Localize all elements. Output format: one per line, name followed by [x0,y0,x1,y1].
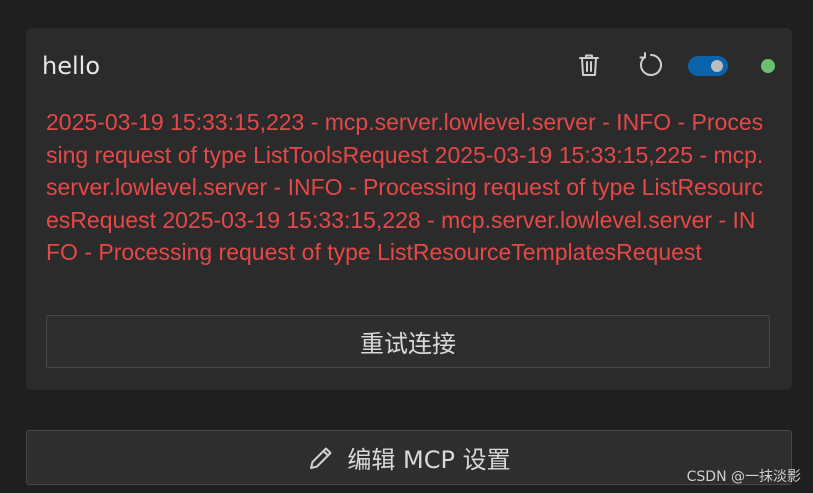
edit-mcp-settings-button[interactable]: 编辑 MCP 设置 [26,430,792,485]
restart-server-button[interactable] [632,48,668,82]
pencil-icon [307,444,335,472]
watermark: CSDN @一抹淡影 [686,469,801,485]
mcp-server-card: hello 2025-03-19 15:33:15,223 - mcp.serv… [26,28,792,390]
retry-connection-button[interactable]: 重试连接 [46,315,770,368]
toggle-knob [711,60,723,72]
trash-icon [579,54,599,76]
server-error-log: 2025-03-19 15:33:15,223 - mcp.server.low… [46,109,764,265]
server-enabled-toggle[interactable] [688,56,728,76]
refresh-icon [639,52,662,76]
edit-mcp-settings-label: 编辑 MCP 设置 [347,446,511,474]
delete-server-button[interactable] [572,48,606,82]
server-name: hello [42,52,100,80]
status-indicator [761,59,775,73]
